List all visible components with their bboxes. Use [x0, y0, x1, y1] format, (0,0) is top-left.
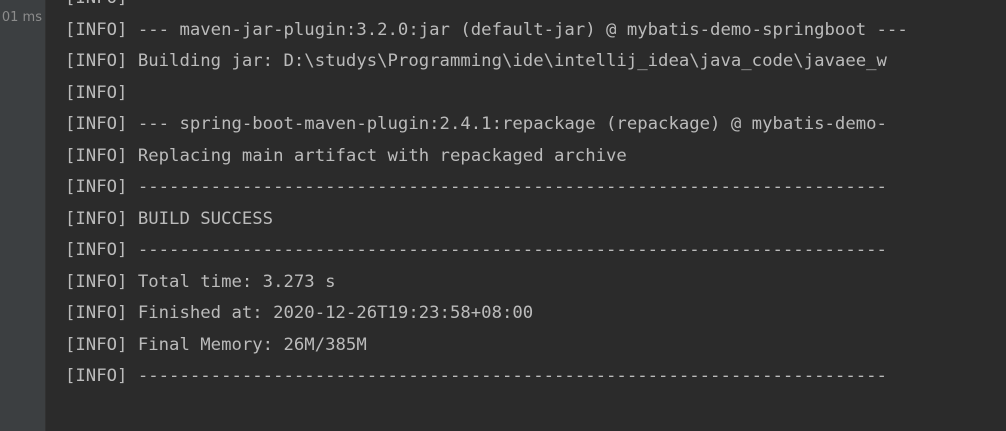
- console-line: [INFO] Replacing main artifact with repa…: [65, 145, 627, 166]
- console-line: [INFO] ---------------------------------…: [65, 366, 887, 386]
- console-line: [INFO] Finished at: 2020-12-26T19:23:58+…: [65, 303, 534, 323]
- console-line: [INFO] ---------------------------------…: [65, 177, 887, 197]
- console-line: [INFO] --- spring-boot-maven-plugin:2.4.…: [65, 114, 887, 134]
- run-console-window: 01 ms [INFO] [INFO] --- maven-jar-plugin…: [0, 0, 1006, 431]
- console-lines: [INFO] [INFO] --- maven-jar-plugin:3.2.0…: [65, 0, 908, 393]
- console-line: [INFO] --- maven-jar-plugin:3.2.0:jar (d…: [65, 19, 908, 40]
- console-line: [INFO] Building jar: D:\studys\Programmi…: [65, 51, 887, 71]
- console-line: [INFO]: [65, 82, 128, 103]
- elapsed-time-label: 01 ms: [1, 10, 42, 25]
- console-gutter: 01 ms: [0, 0, 46, 431]
- console-output[interactable]: [INFO] [INFO] --- maven-jar-plugin:3.2.0…: [46, 0, 1006, 431]
- console-line: [INFO] BUILD SUCCESS: [65, 208, 274, 229]
- console-line: [INFO]: [65, 0, 908, 15]
- console-line: [INFO] Final Memory: 26M/385M: [65, 334, 367, 355]
- console-line: [INFO] ---------------------------------…: [65, 240, 887, 260]
- console-line: [INFO] Total time: 3.273 s: [65, 271, 336, 292]
